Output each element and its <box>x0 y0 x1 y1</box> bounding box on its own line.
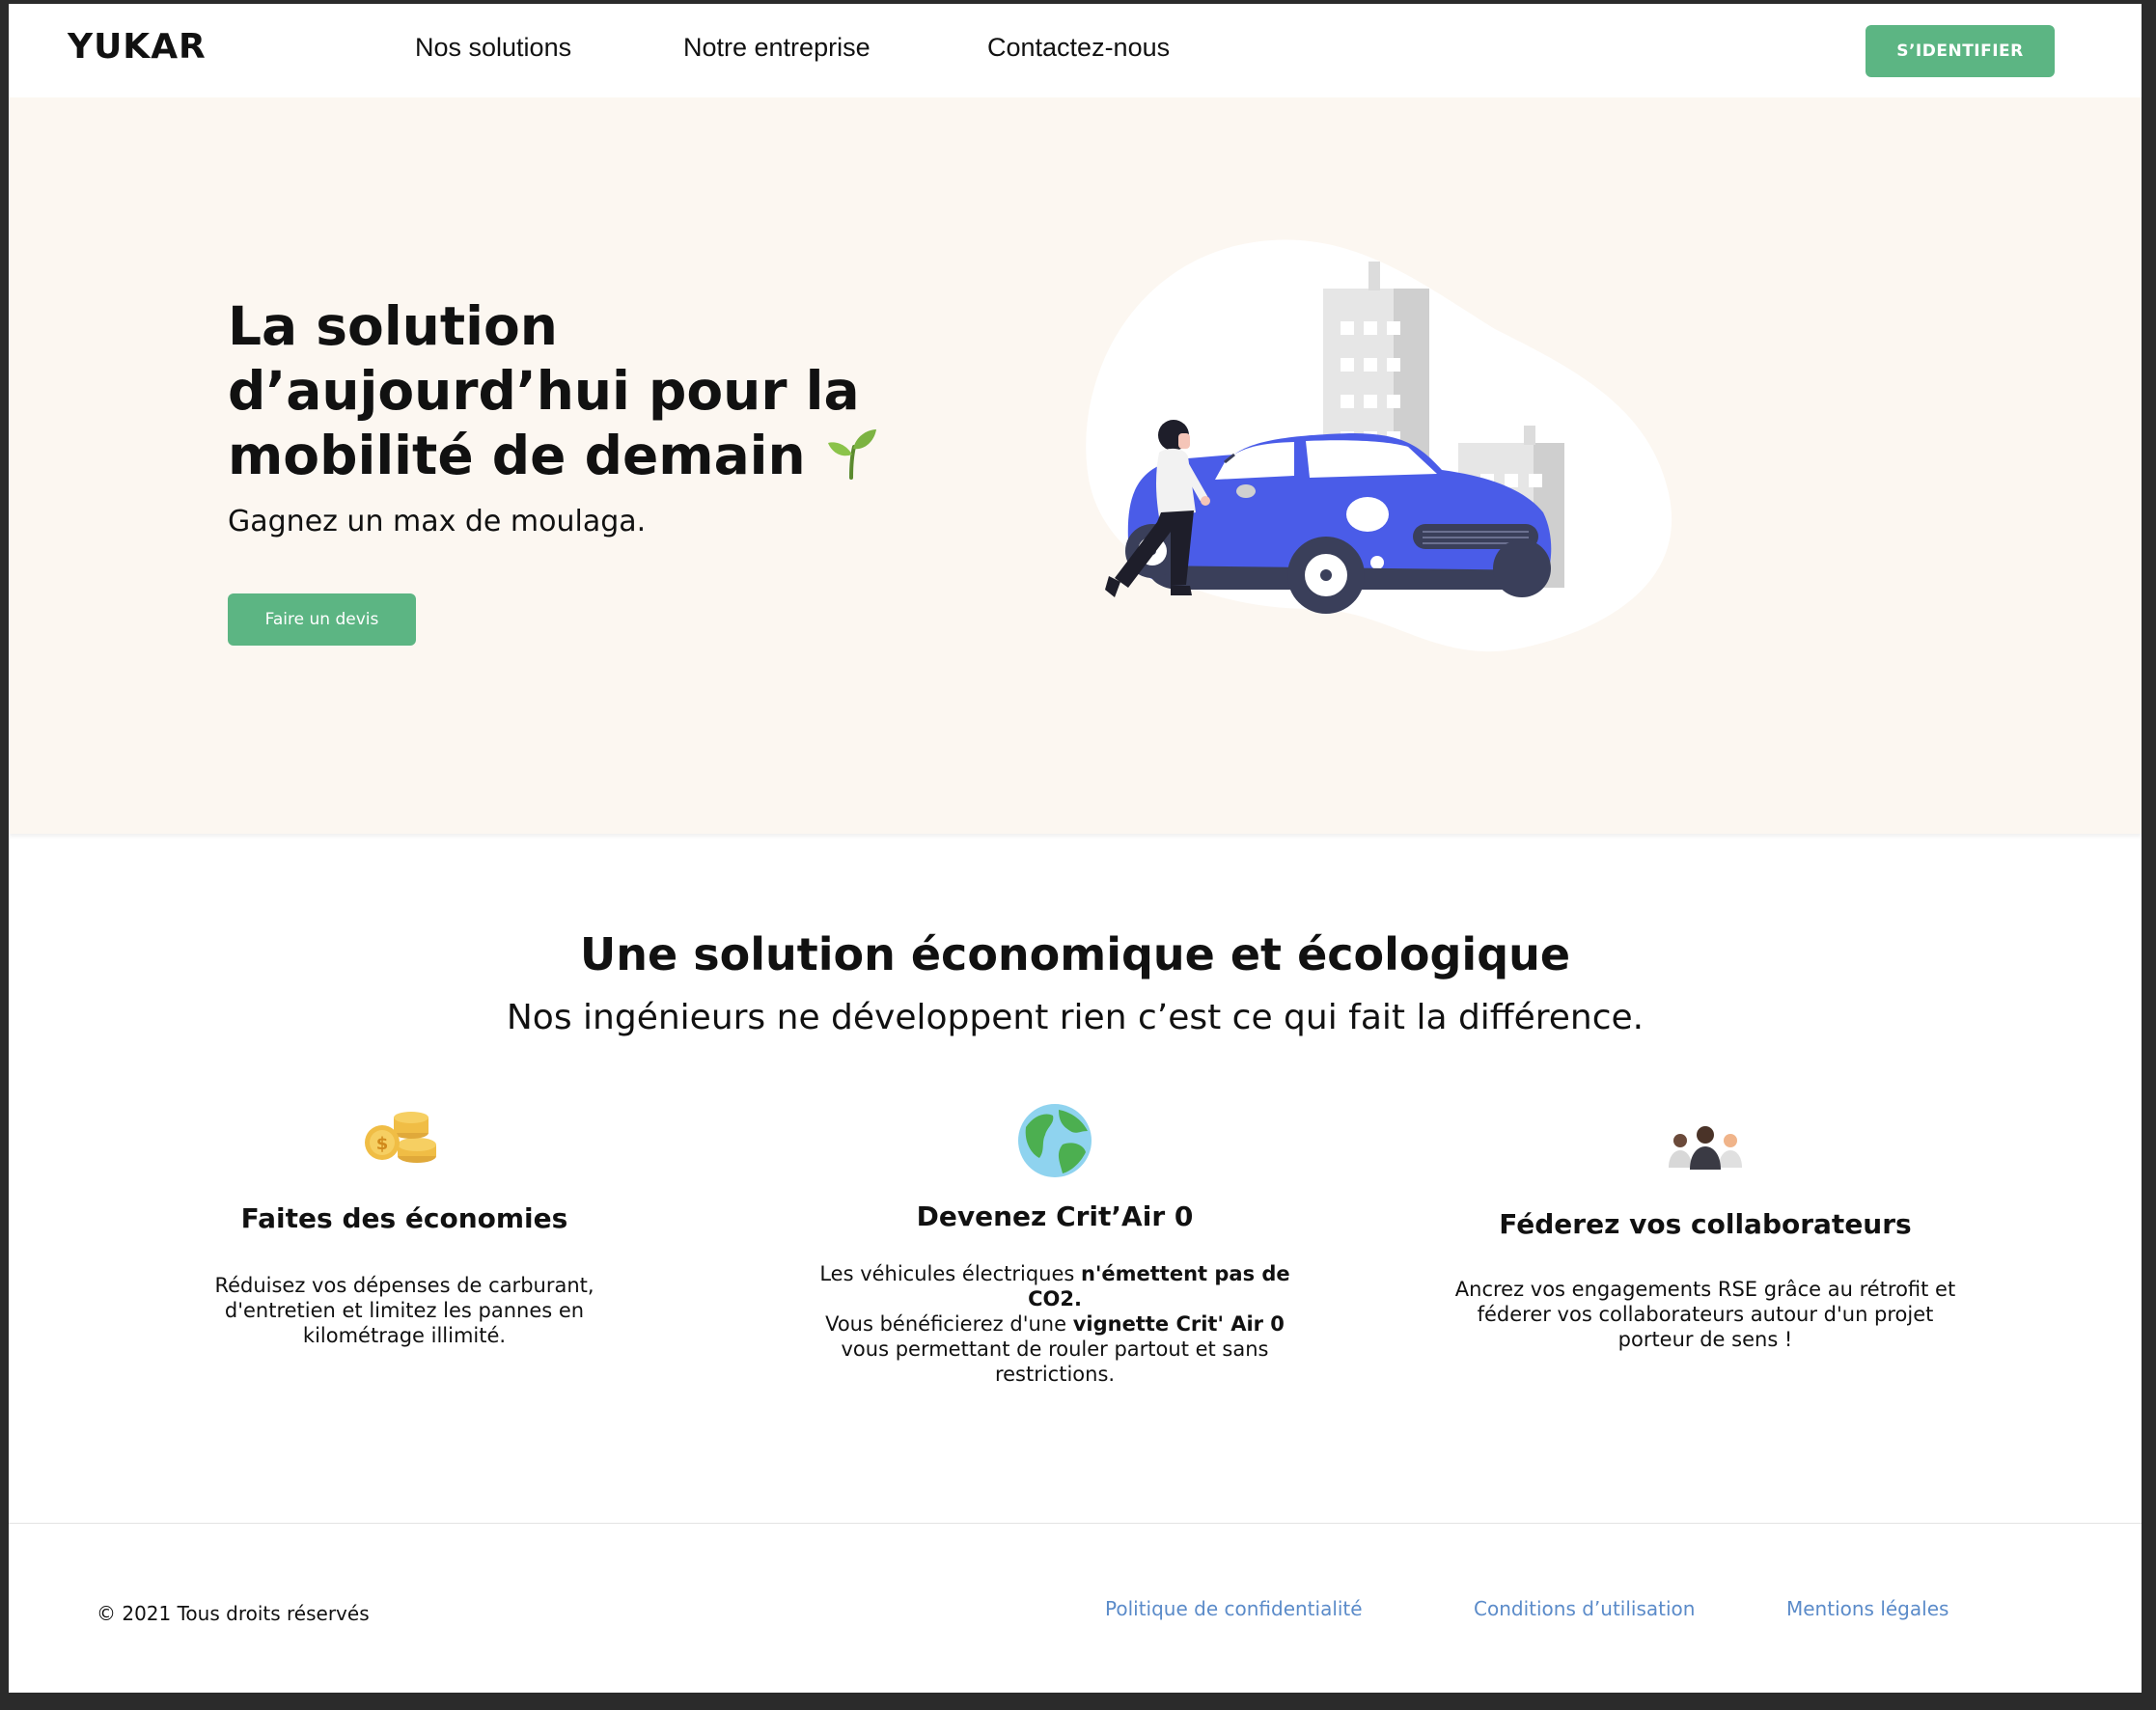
hero-title-text: La solution d’aujourd’hui pour la mobili… <box>228 295 860 486</box>
feature-text-part: Vous bénéficierez d'une <box>825 1312 1073 1336</box>
feature-card-savings: $ Faites des économies Réduisez vos dépe… <box>134 1102 675 1348</box>
hero-title: La solution d’aujourd’hui pour la mobili… <box>228 294 903 488</box>
coins-icon: $ <box>365 1112 436 1163</box>
seedling-icon <box>827 429 876 480</box>
footer-link-legal[interactable]: Mentions légales <box>1786 1597 1949 1620</box>
feature-text: Les véhicules électriques n'émettent pas… <box>814 1261 1296 1387</box>
features-subtitle: Nos ingénieurs ne développent rien c’est… <box>506 998 1645 1037</box>
feature-title: Féderez vos collaborateurs <box>1499 1208 1912 1240</box>
footer-link-privacy[interactable]: Politique de confidentialité <box>1105 1597 1363 1620</box>
footer-link-terms[interactable]: Conditions d’utilisation <box>1474 1597 1695 1620</box>
page: YUKAR Nos solutions Notre entreprise Con… <box>9 4 2142 1693</box>
nav-link-entreprise[interactable]: Notre entreprise <box>683 33 871 63</box>
feature-card-critair: Devenez Crit’Air 0 Les véhicules électri… <box>785 1102 1325 1387</box>
svg-text:$: $ <box>376 1134 389 1154</box>
quote-button[interactable]: Faire un devis <box>228 593 416 646</box>
features-title: Une solution économique et écologique <box>579 928 1571 980</box>
car-illustration <box>1086 239 1672 652</box>
header: YUKAR Nos solutions Notre entreprise Con… <box>9 4 2142 97</box>
feature-text-part: Les véhicules électriques <box>819 1262 1082 1285</box>
hero-subtitle: Gagnez un max de moulaga. <box>228 505 647 538</box>
feature-text: Réduisez vos dépenses de carburant, d'en… <box>214 1274 594 1347</box>
footer-divider <box>9 1523 2142 1524</box>
feature-text-part: vous permettant de rouler partout et san… <box>841 1338 1269 1386</box>
feature-text-bold: vignette Crit' Air 0 <box>1072 1312 1285 1336</box>
feature-title: Faites des économies <box>240 1202 568 1234</box>
feature-title: Devenez Crit’Air 0 <box>916 1200 1194 1232</box>
nav-link-contact[interactable]: Contactez-nous <box>987 33 1170 63</box>
hero-section: La solution d’aujourd’hui pour la mobili… <box>9 97 2142 834</box>
globe-icon <box>1018 1104 1092 1177</box>
login-button[interactable]: S’IDENTIFIER <box>1866 25 2055 77</box>
copyright-text: © 2021 Tous droits réservés <box>97 1602 370 1625</box>
logo[interactable]: YUKAR <box>68 27 207 67</box>
people-icon <box>1669 1126 1742 1170</box>
feature-text: Ancrez vos engagements RSE grâce au rétr… <box>1454 1278 1956 1351</box>
nav-link-solutions[interactable]: Nos solutions <box>415 33 571 63</box>
feature-card-collaborators: Féderez vos collaborateurs Ancrez vos en… <box>1435 1102 1976 1352</box>
